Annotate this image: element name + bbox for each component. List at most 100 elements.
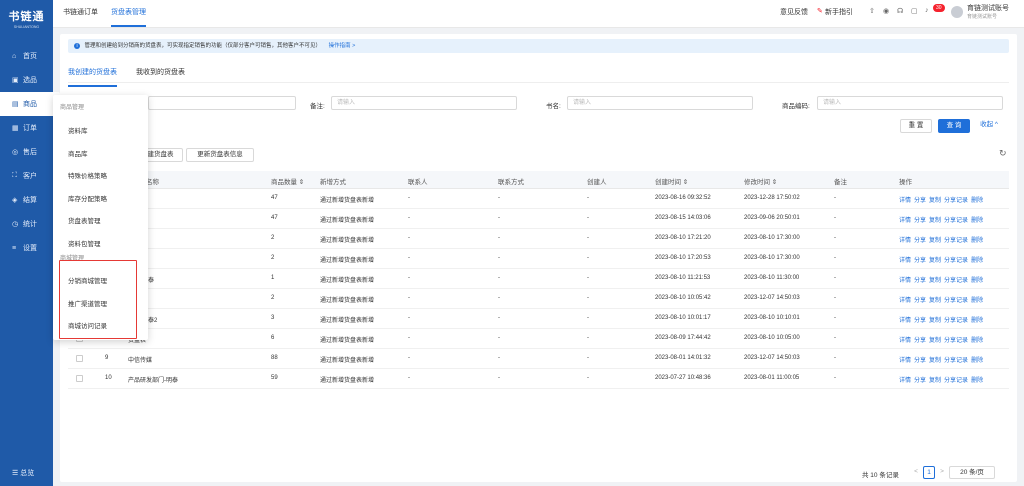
- cell-creator: -: [587, 195, 589, 201]
- header-count[interactable]: 商品数量 ⇕: [271, 176, 304, 186]
- action-2[interactable]: 复制: [929, 318, 941, 324]
- bookname-input[interactable]: 请输入: [567, 96, 753, 110]
- action-0[interactable]: 详情: [899, 258, 911, 264]
- sidebar-item-1[interactable]: ▣ 选品: [0, 68, 53, 92]
- next-page-button[interactable]: >: [937, 466, 947, 479]
- page-size-select[interactable]: 20 条/页: [949, 466, 995, 479]
- action-4[interactable]: 删除: [971, 378, 983, 384]
- action-4[interactable]: 删除: [971, 338, 983, 344]
- guide-link[interactable]: 新手指引: [825, 7, 853, 17]
- submenu-item[interactable]: 资料包管理: [68, 238, 101, 248]
- query-button[interactable]: 查 询: [938, 119, 970, 133]
- remark-input[interactable]: 请输入: [331, 96, 517, 110]
- sidebar-item-2[interactable]: ▤ 商品: [0, 92, 60, 116]
- bell-icon[interactable]: ♪: [925, 7, 929, 14]
- submenu-item[interactable]: 库存分配策略: [68, 193, 107, 203]
- action-4[interactable]: 删除: [971, 278, 983, 284]
- action-3[interactable]: 分享记录: [944, 318, 968, 324]
- sidebar-item-4[interactable]: ◎ 售后: [0, 140, 53, 164]
- action-2[interactable]: 复制: [929, 238, 941, 244]
- sidebar-item-3[interactable]: ▦ 订单: [0, 116, 53, 140]
- avatar[interactable]: [951, 6, 963, 18]
- code-input[interactable]: 请输入: [817, 96, 1003, 110]
- action-2[interactable]: 复制: [929, 218, 941, 224]
- action-1[interactable]: 分享: [914, 378, 926, 384]
- action-1[interactable]: 分享: [914, 358, 926, 364]
- action-0[interactable]: 详情: [899, 318, 911, 324]
- action-2[interactable]: 复制: [929, 198, 941, 204]
- action-2[interactable]: 复制: [929, 258, 941, 264]
- sidebar-item-5[interactable]: ⛶ 客户: [0, 164, 53, 188]
- headset-icon[interactable]: ☊: [897, 7, 903, 15]
- action-0[interactable]: 详情: [899, 218, 911, 224]
- action-2[interactable]: 复制: [929, 338, 941, 344]
- action-0[interactable]: 详情: [899, 238, 911, 244]
- action-3[interactable]: 分享记录: [944, 378, 968, 384]
- action-0[interactable]: 详情: [899, 198, 911, 204]
- action-0[interactable]: 详情: [899, 358, 911, 364]
- tab-received[interactable]: 我收到的货盘表: [136, 67, 185, 77]
- action-1[interactable]: 分享: [914, 318, 926, 324]
- tab-my-created[interactable]: 我创建的货盘表: [68, 67, 117, 87]
- action-4[interactable]: 删除: [971, 218, 983, 224]
- tab-pallet-management[interactable]: 货盘表管理: [111, 7, 146, 27]
- action-4[interactable]: 删除: [971, 258, 983, 264]
- sidebar-item-6[interactable]: ◈ 结算: [0, 188, 53, 212]
- action-0[interactable]: 详情: [899, 378, 911, 384]
- action-4[interactable]: 删除: [971, 198, 983, 204]
- action-3[interactable]: 分享记录: [944, 218, 968, 224]
- sidebar-item-0[interactable]: ⌂ 首页: [0, 44, 53, 68]
- account-info[interactable]: 育链测试账号 育链测试账号: [967, 4, 1009, 22]
- sidebar-item-8[interactable]: ≡ 设置: [0, 236, 53, 260]
- cell-method: 通过新增货盘表新增: [320, 258, 375, 264]
- action-1[interactable]: 分享: [914, 338, 926, 344]
- action-1[interactable]: 分享: [914, 238, 926, 244]
- doc-icon[interactable]: ▢: [911, 7, 918, 15]
- header-created[interactable]: 创建时间 ⇕: [655, 176, 688, 186]
- action-2[interactable]: 复制: [929, 298, 941, 304]
- page-1-button[interactable]: 1: [923, 466, 935, 479]
- action-3[interactable]: 分享记录: [944, 258, 968, 264]
- action-2[interactable]: 复制: [929, 278, 941, 284]
- row-checkbox[interactable]: [76, 355, 83, 362]
- action-1[interactable]: 分享: [914, 198, 926, 204]
- action-4[interactable]: 删除: [971, 238, 983, 244]
- action-2[interactable]: 复制: [929, 358, 941, 364]
- action-3[interactable]: 分享记录: [944, 278, 968, 284]
- action-4[interactable]: 删除: [971, 298, 983, 304]
- feedback-link[interactable]: 意见反馈: [780, 7, 808, 17]
- action-1[interactable]: 分享: [914, 218, 926, 224]
- action-4[interactable]: 删除: [971, 318, 983, 324]
- action-3[interactable]: 分享记录: [944, 298, 968, 304]
- update-pallet-button[interactable]: 更新货盘表信息: [186, 148, 254, 162]
- action-0[interactable]: 详情: [899, 278, 911, 284]
- action-3[interactable]: 分享记录: [944, 198, 968, 204]
- sidebar-overview[interactable]: ☰ 总览: [12, 468, 34, 478]
- tab-orders[interactable]: 书链通订单: [63, 7, 98, 17]
- action-1[interactable]: 分享: [914, 258, 926, 264]
- action-2[interactable]: 复制: [929, 378, 941, 384]
- filter-input-name[interactable]: [148, 96, 296, 110]
- action-4[interactable]: 删除: [971, 358, 983, 364]
- guide-link[interactable]: 操作指南 >: [329, 43, 356, 49]
- submenu-item[interactable]: 资料库: [68, 125, 88, 135]
- sidebar-item-7[interactable]: ◷ 统计: [0, 212, 53, 236]
- submenu-item[interactable]: 货盘表管理: [68, 215, 101, 225]
- row-checkbox[interactable]: [76, 375, 83, 382]
- action-1[interactable]: 分享: [914, 298, 926, 304]
- upload-icon[interactable]: ⇧: [869, 7, 875, 15]
- refresh-icon[interactable]: ↻: [999, 148, 1007, 159]
- eye-icon[interactable]: ◉: [883, 7, 889, 15]
- prev-page-button[interactable]: <: [911, 466, 921, 479]
- action-0[interactable]: 详情: [899, 338, 911, 344]
- action-1[interactable]: 分享: [914, 278, 926, 284]
- action-3[interactable]: 分享记录: [944, 358, 968, 364]
- reset-button[interactable]: 重 置: [900, 119, 932, 133]
- action-3[interactable]: 分享记录: [944, 338, 968, 344]
- collapse-button[interactable]: 收起 ^: [974, 119, 1004, 133]
- action-3[interactable]: 分享记录: [944, 238, 968, 244]
- submenu-item[interactable]: 商品库: [68, 148, 88, 158]
- submenu-item[interactable]: 特殊价格策略: [68, 170, 107, 180]
- header-modified[interactable]: 修改时间 ⇕: [744, 176, 777, 186]
- action-0[interactable]: 详情: [899, 298, 911, 304]
